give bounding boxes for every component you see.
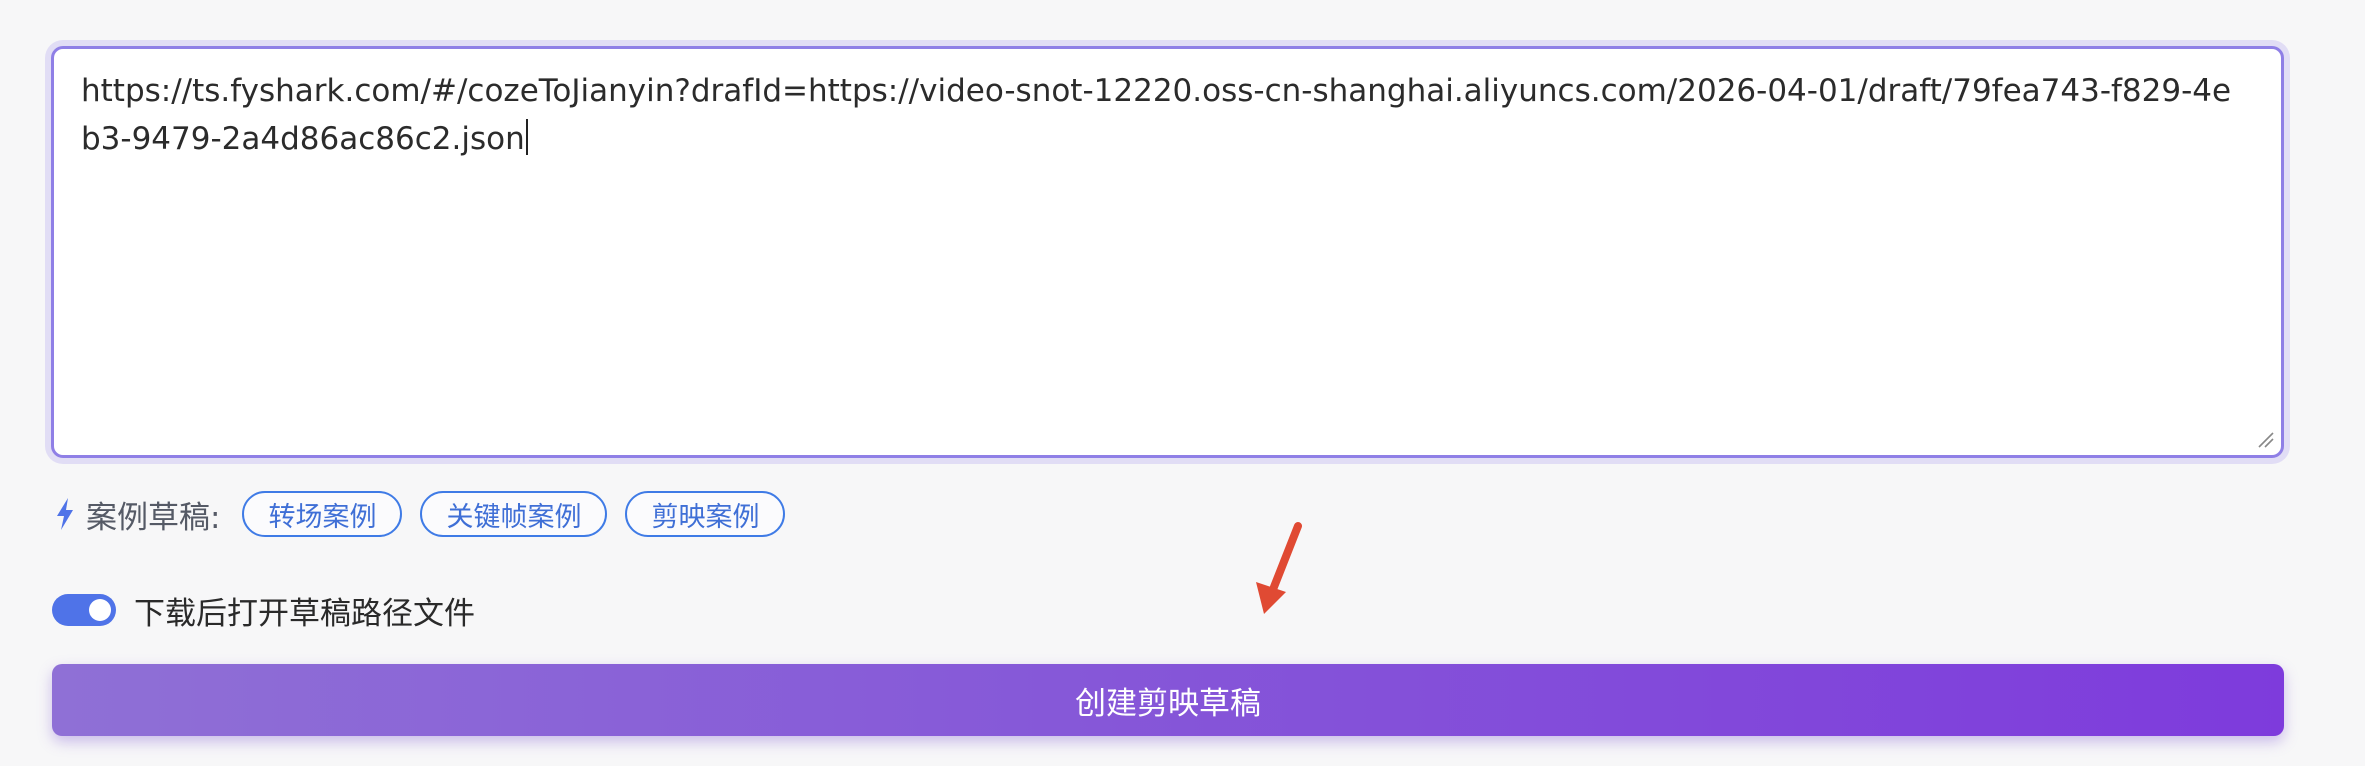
open-after-download-label: 下载后打开草稿路径文件: [134, 595, 475, 632]
chip-keyframe-sample[interactable]: 关键帧案例: [420, 491, 608, 537]
open-after-download-toggle[interactable]: [52, 594, 116, 626]
toggle-knob: [89, 599, 111, 621]
text-caret: [525, 119, 528, 155]
sample-drafts-row: 案例草稿: 转场案例 关键帧案例 剪映案例: [54, 488, 803, 540]
page: https://ts.fyshark.com/#/cozeToJianyin?d…: [0, 0, 2365, 766]
url-textarea[interactable]: https://ts.fyshark.com/#/cozeToJianyin?d…: [51, 46, 2284, 458]
open-after-download-row: 下载后打开草稿路径文件: [52, 588, 475, 632]
arrow-down-icon: [1256, 522, 1302, 614]
chip-jianying-sample[interactable]: 剪映案例: [625, 491, 786, 537]
url-textarea-value: https://ts.fyshark.com/#/cozeToJianyin?d…: [81, 73, 2232, 157]
bolt-icon: [57, 498, 73, 530]
chip-transition-sample[interactable]: 转场案例: [242, 491, 403, 537]
sample-drafts-label: 案例草稿:: [86, 499, 221, 536]
create-draft-button[interactable]: 创建剪映草稿: [52, 664, 2284, 736]
resize-handle-icon[interactable]: [2255, 429, 2275, 449]
